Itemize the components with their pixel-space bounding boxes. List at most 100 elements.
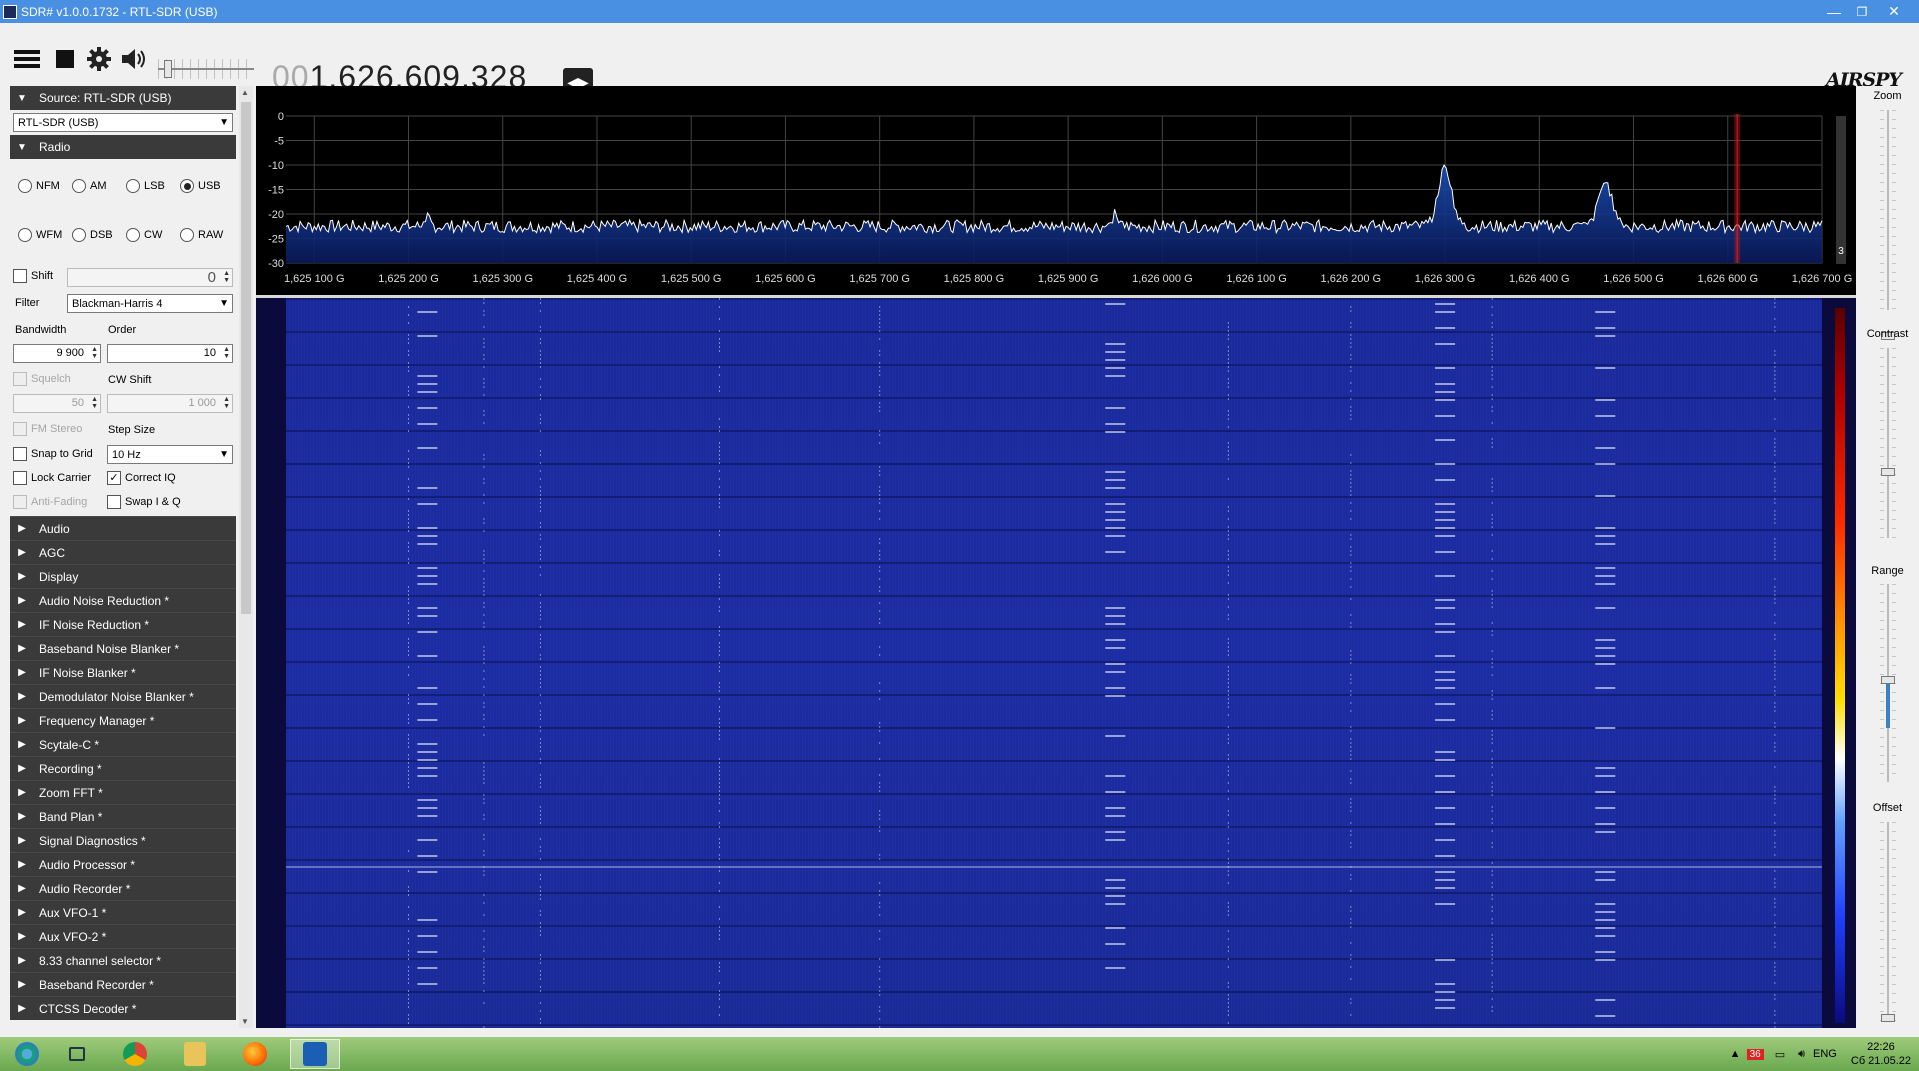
firefox-icon xyxy=(243,1042,267,1066)
mute-button[interactable] xyxy=(119,44,149,74)
y-tick-label: -10 xyxy=(268,160,284,172)
tray-expand-icon[interactable]: ▲ xyxy=(1730,1048,1741,1060)
device-select[interactable]: RTL-SDR (USB) ▼ xyxy=(13,113,233,132)
mode-radio-wfm[interactable]: WFM xyxy=(18,228,62,242)
offset-slider[interactable] xyxy=(1880,822,1896,1022)
anti-fading-checkbox[interactable]: Anti-Fading xyxy=(13,495,87,509)
stop-button[interactable] xyxy=(50,44,80,74)
plugin-item[interactable]: ▶ Baseband Noise Blanker * xyxy=(10,636,236,660)
plugin-item-label: Baseband Recorder * xyxy=(39,977,154,992)
start-button[interactable] xyxy=(2,1039,52,1069)
scroll-up-icon[interactable]: ▲ xyxy=(241,88,249,97)
mode-radio-cw[interactable]: CW xyxy=(126,228,162,242)
plugin-item[interactable]: ▶ Band Plan * xyxy=(10,804,236,828)
collapse-arrow-icon: ▼ xyxy=(17,141,27,153)
cw-shift-input[interactable]: 1 000 ▲ ▼ xyxy=(107,394,233,413)
volume-icon[interactable]: 🔊︎ xyxy=(1798,1048,1805,1061)
mode-radio-lsb[interactable]: LSB xyxy=(126,179,165,193)
task-view-button[interactable] xyxy=(52,1039,102,1069)
scroll-down-icon[interactable]: ▼ xyxy=(241,1017,249,1026)
plugin-item[interactable]: ▶ Audio xyxy=(10,516,236,540)
shift-checkbox[interactable]: Shift xyxy=(13,269,53,283)
fm-stereo-checkbox[interactable]: FM Stereo xyxy=(13,422,82,436)
language-indicator[interactable]: ENG xyxy=(1813,1048,1837,1060)
plugin-item-label: AGC xyxy=(39,545,66,560)
plugin-item[interactable]: ▶ Demodulator Noise Blanker * xyxy=(10,684,236,708)
expand-arrow-icon: ▶ xyxy=(18,859,26,870)
network-icon[interactable]: ▭ xyxy=(1775,1048,1785,1061)
menu-button[interactable] xyxy=(12,44,42,74)
filter-select[interactable]: Blackman-Harris 4 ▼ xyxy=(67,294,233,313)
clock[interactable]: 22:26 Сб 21.05.22 xyxy=(1851,1040,1911,1068)
snap-to-grid-checkbox[interactable]: Snap to Grid xyxy=(13,447,93,461)
settings-button[interactable] xyxy=(84,44,114,74)
restore-button[interactable]: ❐ xyxy=(1848,0,1876,23)
radio-header[interactable]: ▼ Radio xyxy=(10,135,236,159)
x-tick-label: 1,626 100 G xyxy=(1226,273,1287,285)
plugin-item[interactable]: ▶ Aux VFO-2 * xyxy=(10,924,236,948)
plugin-item[interactable]: ▶ IF Noise Reduction * xyxy=(10,612,236,636)
contrast-thumb[interactable] xyxy=(1881,468,1895,476)
left-panel-scrollbar[interactable]: ▲ ▼ xyxy=(239,86,253,1028)
volume-thumb[interactable] xyxy=(164,60,172,78)
chrome-icon xyxy=(123,1042,147,1066)
plugin-item[interactable]: ▶ Audio Noise Reduction * xyxy=(10,588,236,612)
files-taskbar-button[interactable] xyxy=(170,1039,220,1069)
plugin-item-label: Recording * xyxy=(39,761,102,776)
plugin-item[interactable]: ▶ Scytale-C * xyxy=(10,732,236,756)
squelch-input[interactable]: 50 ▲ ▼ xyxy=(13,394,101,413)
range-thumb[interactable] xyxy=(1881,676,1895,684)
shift-input[interactable]: 0 ▲ ▼ xyxy=(67,268,233,287)
plugin-item[interactable]: ▶ Frequency Manager * xyxy=(10,708,236,732)
range-slider[interactable] xyxy=(1880,584,1896,782)
spectrum-analyzer[interactable]: 0 -5 -10 -15 -20 -25 -30 1,625 100 G 1,625 200 G… xyxy=(256,86,1856,295)
mode-radio-dsb[interactable]: DSB xyxy=(72,228,113,242)
plugin-item[interactable]: ▶ Audio Processor * xyxy=(10,852,236,876)
bandwidth-input[interactable]: 9 900 ▲ ▼ xyxy=(13,344,101,363)
plugin-item[interactable]: ▶ Baseband Recorder * xyxy=(10,972,236,996)
plugin-item[interactable]: ▶ Recording * xyxy=(10,756,236,780)
plugin-item[interactable]: ▶ AGC xyxy=(10,540,236,564)
plugin-item[interactable]: ▶ CTCSS Decoder * xyxy=(10,996,236,1020)
plugin-item[interactable]: ▶ Aux VFO-1 * xyxy=(10,900,236,924)
plugin-item[interactable]: ▶ IF Noise Blanker * xyxy=(10,660,236,684)
lock-carrier-checkbox[interactable]: Lock Carrier xyxy=(13,471,91,485)
sdrsharp-taskbar-button[interactable] xyxy=(290,1039,340,1069)
minimize-button[interactable]: — xyxy=(1820,0,1848,23)
range-label: Range xyxy=(1871,565,1904,577)
source-header[interactable]: ▼ Source: RTL-SDR (USB) xyxy=(10,86,236,110)
plugin-item[interactable]: ▶ Zoom FFT * xyxy=(10,780,236,804)
contrast-slider[interactable] xyxy=(1880,348,1896,538)
tray-notification-badge[interactable]: 36 xyxy=(1746,1048,1764,1060)
plugin-item[interactable]: ▶ 8.33 channel selector * xyxy=(10,948,236,972)
mode-radio-nfm[interactable]: NFM xyxy=(18,179,60,193)
squelch-checkbox[interactable]: Squelch xyxy=(13,372,71,386)
zoom-slider[interactable] xyxy=(1880,110,1896,340)
hamburger-icon xyxy=(14,50,40,68)
volume-slider[interactable] xyxy=(158,59,254,79)
plugin-item[interactable]: ▶ Display xyxy=(10,564,236,588)
correct-iq-checkbox[interactable]: ✓ Correct IQ xyxy=(107,471,176,485)
mode-radio-am[interactable]: AM xyxy=(72,179,107,193)
firefox-taskbar-button[interactable] xyxy=(230,1039,280,1069)
spectrum-badge: 3 xyxy=(1838,246,1844,257)
x-tick-label: 1,626 600 G xyxy=(1697,273,1758,285)
system-tray: ▲ 36 ▭ 🔊︎ ENG 22:26 Сб 21.05.22 xyxy=(1730,1037,1911,1071)
chevron-down-icon: ▼ xyxy=(219,298,229,309)
order-input[interactable]: 10 ▲ ▼ xyxy=(107,344,233,363)
plugin-item[interactable]: ▶ Audio Recorder * xyxy=(10,876,236,900)
mode-radio-raw[interactable]: RAW xyxy=(180,228,223,242)
waterfall-display[interactable] xyxy=(256,298,1856,1028)
mode-radio-usb[interactable]: USB xyxy=(180,179,221,193)
expand-arrow-icon: ▶ xyxy=(18,835,26,846)
offset-thumb[interactable] xyxy=(1881,1014,1895,1022)
spectrum-side-strip xyxy=(1836,116,1846,264)
step-size-select[interactable]: 10 Hz ▼ xyxy=(107,445,233,464)
expand-arrow-icon: ▶ xyxy=(18,955,26,966)
chrome-taskbar-button[interactable] xyxy=(110,1039,160,1069)
plugin-item-label: Audio Recorder * xyxy=(39,881,131,896)
swap-iq-checkbox[interactable]: Swap I & Q xyxy=(107,495,181,509)
scrollbar-thumb[interactable] xyxy=(241,102,251,614)
close-button[interactable]: ✕ xyxy=(1880,0,1908,23)
plugin-item[interactable]: ▶ Signal Diagnostics * xyxy=(10,828,236,852)
